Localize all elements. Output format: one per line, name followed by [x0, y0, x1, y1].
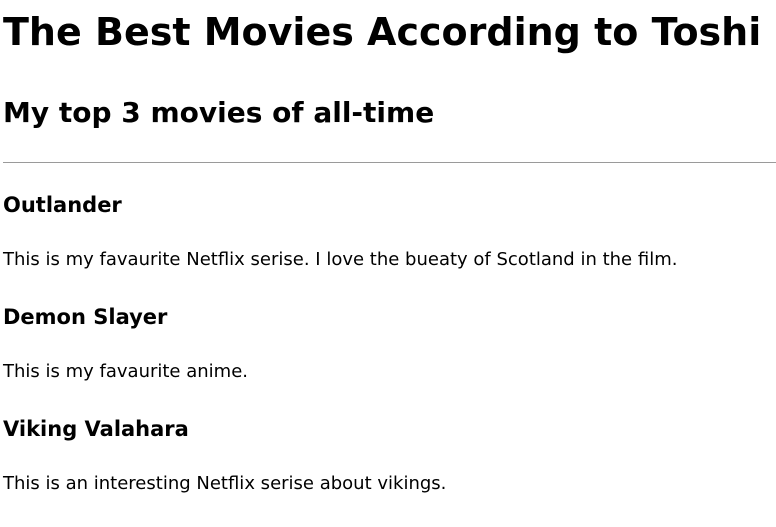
divider: [3, 162, 776, 163]
movie-title-viking-valahara: Viking Valahara: [3, 417, 189, 441]
movie-title-outlander: Outlander: [3, 193, 122, 217]
movie-description-demon-slayer: This is my favaurite anime.: [3, 361, 248, 382]
movie-description-viking-valahara: This is an interesting Netflix serise ab…: [3, 473, 447, 494]
page-title: The Best Movies According to Toshi: [3, 10, 762, 54]
movie-title-demon-slayer: Demon Slayer: [3, 305, 168, 329]
page: The Best Movies According to Toshi My to…: [0, 0, 776, 527]
movie-description-outlander: This is my favaurite Netflix serise. I l…: [3, 249, 678, 270]
page-subtitle: My top 3 movies of all-time: [3, 96, 435, 129]
